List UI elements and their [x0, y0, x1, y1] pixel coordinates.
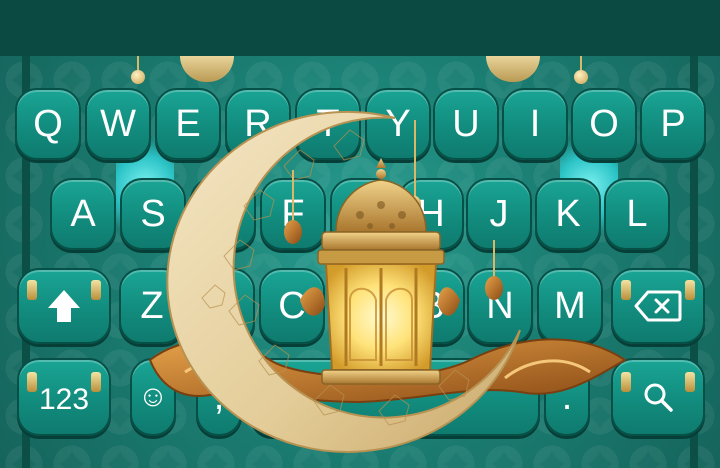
key-p[interactable]: P [640, 88, 706, 160]
key-w[interactable]: W [85, 88, 151, 160]
shift-key[interactable] [17, 268, 111, 344]
search-key[interactable] [611, 358, 705, 436]
key-l[interactable]: L [604, 178, 670, 250]
key-h[interactable]: H [398, 178, 464, 250]
space-key[interactable] [250, 358, 540, 436]
search-icon [644, 383, 673, 412]
key-y[interactable]: Y [365, 88, 431, 160]
key-k[interactable]: K [535, 178, 601, 250]
key-e[interactable]: E [155, 88, 221, 160]
right-chain-ornament [574, 70, 588, 84]
lamp-decoration-icon [685, 280, 695, 300]
backspace-icon [634, 290, 682, 322]
lamp-decoration-icon [685, 372, 695, 392]
top-bar [0, 0, 720, 56]
key-t[interactable]: T [295, 88, 361, 160]
key-v[interactable]: V [329, 268, 395, 344]
period-key[interactable]: . [544, 358, 590, 436]
key-b[interactable]: B [399, 268, 465, 344]
key-q[interactable]: Q [15, 88, 81, 160]
lamp-decoration-icon [27, 372, 37, 392]
key-f[interactable]: F [260, 178, 326, 250]
key-g[interactable]: G [330, 178, 396, 250]
numbers-key[interactable]: 123 [17, 358, 111, 436]
key-j[interactable]: J [466, 178, 532, 250]
key-m[interactable]: M [537, 268, 603, 344]
lamp-decoration-icon [91, 372, 101, 392]
left-chain-ornament [131, 70, 145, 84]
key-d[interactable]: D [190, 178, 256, 250]
lamp-decoration-icon [27, 280, 37, 300]
key-x[interactable]: X [189, 268, 255, 344]
lamp-decoration-icon [621, 372, 631, 392]
key-a[interactable]: A [50, 178, 116, 250]
backspace-key[interactable] [611, 268, 705, 344]
lamp-decoration-icon [621, 280, 631, 300]
emoji-key[interactable]: ☺ [130, 358, 176, 436]
key-u[interactable]: U [433, 88, 499, 160]
numbers-key-label: 123 [38, 383, 90, 416]
comma-key[interactable]: , [196, 358, 242, 436]
lamp-decoration-icon [91, 280, 101, 300]
shift-arrow-icon [48, 290, 80, 322]
key-o[interactable]: O [571, 88, 637, 160]
key-c[interactable]: C [259, 268, 325, 344]
key-s[interactable]: S [120, 178, 186, 250]
key-n[interactable]: N [467, 268, 533, 344]
key-i[interactable]: I [502, 88, 568, 160]
key-r[interactable]: R [225, 88, 291, 160]
key-z[interactable]: Z [119, 268, 185, 344]
